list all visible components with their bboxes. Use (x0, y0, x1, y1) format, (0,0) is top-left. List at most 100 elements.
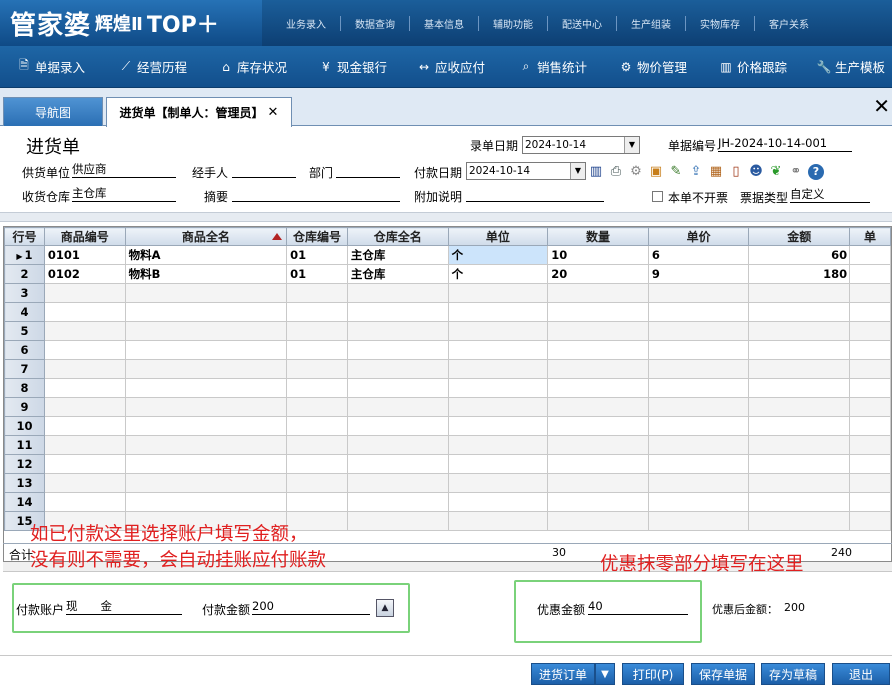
grid-cell[interactable] (748, 359, 851, 379)
grid-cell[interactable] (647, 302, 750, 322)
exit-button[interactable]: 退出 (832, 663, 890, 685)
top-menu-item[interactable]: 辅助功能 (479, 15, 548, 31)
grid-cell[interactable] (547, 492, 649, 512)
pay-amount-field[interactable]: 200 (252, 599, 370, 615)
grid-cell[interactable] (43, 359, 126, 379)
grid-cell[interactable] (286, 283, 348, 303)
cell-goods-code[interactable]: 0102 (43, 264, 126, 284)
col-header-qty[interactable]: 数量 (547, 227, 649, 246)
table-row[interactable]: 6 (4, 340, 891, 360)
doc-no-field[interactable]: JH-2024-10-14-001 (718, 136, 852, 152)
grid-cell[interactable] (286, 416, 348, 436)
grid-cell[interactable] (447, 473, 549, 493)
top-menu-item[interactable]: 数据查询 (341, 15, 410, 31)
grid-cell[interactable] (124, 321, 288, 341)
close-tab-icon[interactable]: ✕ (268, 105, 279, 120)
grid-cell[interactable] (447, 302, 549, 322)
grid-cell[interactable] (346, 511, 449, 531)
grid-cell[interactable] (286, 454, 348, 474)
chevron-down-icon[interactable]: ▼ (595, 663, 615, 685)
cell-more[interactable] (849, 245, 891, 265)
link-icon[interactable]: ⚭ (788, 164, 804, 180)
chevron-down-icon[interactable]: ▼ (570, 163, 585, 179)
grid-cell[interactable] (286, 359, 348, 379)
grid-cell[interactable] (748, 492, 851, 512)
cell-goods-name[interactable]: 物料B (124, 264, 288, 284)
bill-type-field[interactable]: 自定义 (790, 187, 870, 203)
grid-cell[interactable] (124, 416, 288, 436)
grid-cell[interactable] (124, 397, 288, 417)
grid-cell[interactable] (647, 435, 750, 455)
table-row[interactable]: 4 (4, 302, 891, 322)
col-header-amount[interactable]: 金额 (748, 227, 851, 246)
pay-account-field[interactable]: 现 金 (66, 599, 182, 615)
col-header-row-no[interactable]: 行号 (4, 227, 45, 246)
note-field[interactable] (466, 186, 604, 202)
grid-cell[interactable] (547, 321, 649, 341)
grid-cell[interactable] (346, 283, 449, 303)
top-menu-item[interactable]: 客户关系 (755, 16, 823, 31)
grid-cell[interactable] (748, 511, 851, 531)
discount-field[interactable]: 40 (588, 599, 688, 615)
grid-cell[interactable] (447, 492, 549, 512)
table-row[interactable]: 3 (4, 283, 891, 303)
print-icon[interactable]: ⎙ (608, 164, 624, 180)
grid-cell[interactable] (447, 378, 549, 398)
grid-cell[interactable] (547, 435, 649, 455)
grid-cell[interactable] (547, 397, 649, 417)
close-window-icon[interactable]: ✕ (873, 96, 890, 116)
grid-cell[interactable] (647, 492, 750, 512)
grid-cell[interactable] (447, 397, 549, 417)
grid-cell[interactable] (647, 397, 750, 417)
grid-cell[interactable] (43, 473, 126, 493)
grid-cell[interactable] (547, 378, 649, 398)
top-menu-item[interactable]: 基本信息 (410, 15, 479, 31)
grid-cell[interactable] (346, 473, 449, 493)
grid-cell[interactable] (748, 321, 851, 341)
col-header-goods-code[interactable]: 商品编号 (43, 227, 126, 246)
grid-cell[interactable] (124, 492, 288, 512)
toolbar-cash-button[interactable]: ¥ 现金银行 (318, 46, 387, 88)
help-icon[interactable]: ? (808, 164, 824, 180)
top-menu-item[interactable]: 配送中心 (548, 15, 617, 31)
leaf-icon[interactable]: ❦ (768, 164, 784, 180)
toolbar-entry-button[interactable]: 🗎 单据录入 (16, 46, 85, 88)
warehouse-field[interactable]: 主仓库 (72, 186, 176, 202)
cell-wh-code[interactable]: 01 (286, 245, 348, 265)
grid-cell[interactable] (647, 340, 750, 360)
grid-cell[interactable] (447, 283, 549, 303)
table-row[interactable]: 11 (4, 435, 891, 455)
grid-cell[interactable] (849, 416, 891, 436)
top-menu-item[interactable]: 实物库存 (686, 15, 755, 31)
package-icon[interactable]: ▦ (708, 164, 724, 180)
table-row[interactable]: 2 0102 物料B 01 主仓库 个 20 9 180 (4, 264, 891, 284)
grid-cell[interactable] (346, 340, 449, 360)
col-header-wh-name[interactable]: 仓库全名 (346, 227, 449, 246)
grid-cell[interactable] (286, 435, 348, 455)
dept-field[interactable] (336, 162, 400, 178)
col-header-goods-name[interactable]: 商品全名 (124, 227, 288, 246)
grid-cell[interactable] (43, 435, 126, 455)
grid-cell[interactable] (43, 378, 126, 398)
grid-cell[interactable] (849, 473, 891, 493)
cell-goods-code[interactable]: 0101 (43, 245, 126, 265)
entry-date-select[interactable]: 2024-10-14 ▼ (522, 136, 640, 154)
cell-amount[interactable]: 180 (748, 264, 851, 284)
table-row[interactable]: 8 (4, 378, 891, 398)
col-header-unit[interactable]: 单位 (447, 227, 549, 246)
save-button[interactable]: 保存单据 (691, 663, 755, 685)
pay-date-select[interactable]: 2024-10-14 ▼ (466, 162, 586, 180)
grid-cell[interactable] (124, 283, 288, 303)
grid-cell[interactable] (547, 302, 649, 322)
grid-cell[interactable] (647, 454, 750, 474)
grid-cell[interactable] (346, 302, 449, 322)
toolbar-template-button[interactable]: 🔧 生产模板 (816, 46, 886, 88)
col-header-more[interactable]: 单 (849, 227, 891, 246)
grid-cell[interactable] (748, 454, 851, 474)
grid-cell[interactable] (286, 378, 348, 398)
grid-cell[interactable] (346, 321, 449, 341)
grid-cell[interactable] (647, 416, 750, 436)
grid-cell[interactable] (447, 416, 549, 436)
cell-unit[interactable]: 个 (447, 264, 549, 284)
table-row[interactable]: 13 (4, 473, 891, 493)
